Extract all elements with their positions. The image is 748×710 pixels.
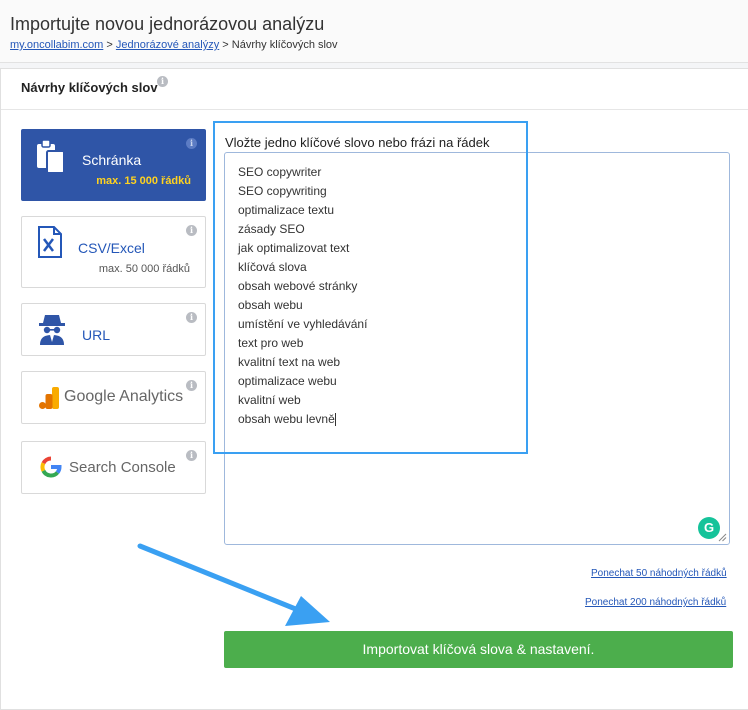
page-title: Importujte novou jednorázovou analýzu	[10, 14, 325, 34]
spy-icon	[39, 315, 65, 345]
breadcrumb: my.oncollabim.com > Jednorázové analýzy …	[10, 39, 338, 51]
keyword-line: text pro web	[238, 336, 304, 350]
keyword-line: SEO copywriting	[238, 184, 327, 198]
source-clipboard-button[interactable]: Schránka max. 15 000 řádků i	[21, 129, 206, 201]
source-label: Schránka	[82, 152, 142, 168]
keyword-line: umístění ve vyhledávání	[238, 317, 368, 331]
source-label: CSV/Excel	[78, 240, 145, 256]
clipboard-icon	[37, 140, 65, 174]
breadcrumb-separator: >	[106, 39, 113, 51]
google-icon	[40, 456, 62, 478]
info-icon[interactable]: i	[186, 450, 197, 461]
panel-header: Návrhy klíčových slov i	[1, 69, 748, 110]
breadcrumb-home-link[interactable]: my.oncollabim.com	[10, 39, 103, 51]
breadcrumb-section-link[interactable]: Jednorázové analýzy	[116, 39, 219, 51]
source-csv-excel-button[interactable]: CSV/Excel max. 50 000 řádků i	[21, 216, 206, 288]
resize-handle-icon[interactable]	[718, 533, 727, 542]
source-label: URL	[82, 327, 111, 343]
text-caret	[334, 413, 336, 427]
keyword-line: kvalitní text na web	[238, 355, 341, 369]
arrow-icon	[137, 543, 330, 626]
keyword-line: kvalitní web	[238, 393, 301, 407]
keep-200-rows-link[interactable]: Ponechat 200 náhodných řádků	[585, 597, 726, 608]
info-icon[interactable]: i	[186, 312, 197, 323]
source-google-analytics-button[interactable]: Google Analytics i	[21, 371, 206, 424]
info-icon[interactable]: i	[186, 138, 197, 149]
google-analytics-icon	[39, 387, 59, 409]
keyword-line: SEO copywriter	[238, 165, 322, 179]
keyword-line: obsah webu	[238, 298, 303, 312]
panel-title: Návrhy klíčových slov	[21, 80, 158, 95]
keyword-line: obsah webu levně	[238, 412, 336, 427]
info-icon[interactable]: i	[186, 225, 197, 236]
excel-file-icon	[38, 226, 62, 258]
source-url-button[interactable]: URL i	[21, 303, 206, 356]
info-icon[interactable]: i	[157, 76, 168, 87]
info-icon[interactable]: i	[186, 380, 197, 391]
source-label: Google Analytics	[64, 388, 184, 405]
source-search-console-button[interactable]: Search Console i	[21, 441, 206, 494]
keyword-line: klíčová slova	[238, 260, 307, 274]
keyword-line: optimalizace textu	[238, 203, 335, 217]
source-label: Search Console	[69, 459, 176, 476]
keywords-textarea[interactable]: SEO copywriter SEO copywriting optimalizac…	[224, 152, 730, 545]
keyword-line: zásady SEO	[238, 222, 305, 236]
keep-50-rows-link[interactable]: Ponechat 50 náhodných řádků	[591, 568, 727, 579]
keyword-line: obsah webové stránky	[238, 279, 358, 293]
source-limit: max. 50 000 řádků	[98, 263, 190, 275]
import-button[interactable]: Importovat klíčová slova & nastavení.	[224, 631, 733, 668]
keywords-label: Vložte jedno klíčové slovo nebo frázi na…	[225, 135, 490, 150]
breadcrumb-current: Návrhy klíčových slov	[231, 39, 338, 51]
page-header: Importujte novou jednorázovou analýzu my…	[0, 0, 748, 63]
keyword-line: jak optimalizovat text	[238, 241, 350, 255]
grammarly-icon[interactable]: G	[698, 517, 720, 539]
source-limit: max. 15 000 řádků	[96, 175, 191, 187]
breadcrumb-separator: >	[222, 39, 229, 51]
keyword-line: optimalizace webu	[238, 374, 337, 388]
keywords-text: SEO copywriter SEO copywriting optimalizac…	[238, 163, 716, 429]
